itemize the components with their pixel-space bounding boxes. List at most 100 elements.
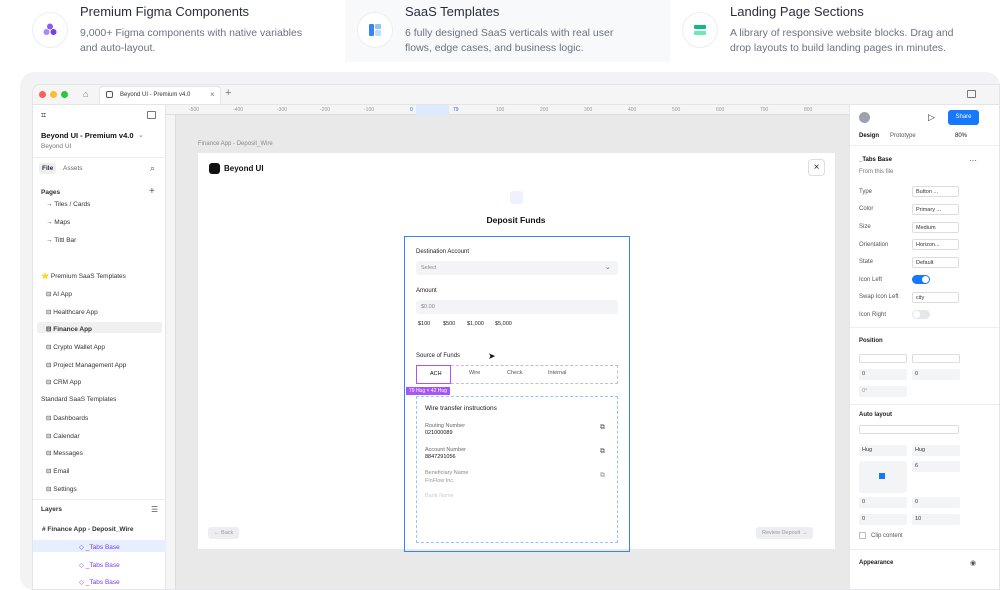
search-icon[interactable]: ⌕ (150, 163, 155, 174)
tab-ach[interactable]: ACH (416, 365, 451, 384)
quick-amount-button[interactable]: $500 (443, 321, 455, 327)
prop-type-select[interactable]: Button ... (912, 186, 959, 197)
frame-label[interactable]: Finance App - Deposit_Wire (198, 141, 273, 147)
prop-orientation-select[interactable]: Horizon... (912, 239, 959, 250)
account-value: 8847291056 (425, 454, 456, 460)
rotation-input[interactable]: 0° (859, 386, 907, 397)
page-item[interactable]: → Maps (46, 219, 70, 226)
align-horizontal[interactable] (859, 354, 907, 363)
layer-frame[interactable]: # Finance App - Deposit_Wire (42, 526, 133, 533)
feature-desc: A library of responsive website blocks. … (730, 27, 954, 54)
page-item[interactable]: ⊟ Project Management App (46, 361, 126, 369)
prop-state-select[interactable]: Default (912, 257, 959, 268)
icon-left-toggle[interactable] (912, 275, 930, 284)
tab-wire[interactable]: Wire (469, 370, 480, 376)
close-modal-button[interactable]: × (808, 159, 825, 176)
tab-check[interactable]: Check (507, 370, 523, 376)
close-icon[interactable]: × (210, 90, 215, 99)
component-name[interactable]: _Tabs Base (859, 157, 892, 163)
play-icon[interactable]: ▷ (928, 112, 935, 123)
page-item[interactable]: → Tittl Bar (46, 237, 76, 244)
copy-icon[interactable]: ⧉ (600, 448, 605, 456)
layout-direction[interactable] (859, 425, 959, 434)
chevron-down-icon[interactable]: ⌄ (138, 131, 144, 139)
sidebar-toggle-icon[interactable] (967, 90, 976, 98)
padding-bottom-input[interactable]: 10 (912, 514, 960, 525)
components-icon (32, 12, 68, 48)
layer-item-selected[interactable]: ◇ _Tabs Base (79, 543, 120, 551)
page-item[interactable]: ⊟ AI App (46, 290, 72, 298)
destination-select[interactable]: Select ⌄ (416, 261, 618, 275)
ruler-tick: -100 (364, 107, 375, 113)
page-item[interactable]: ⊟ Settings (46, 485, 77, 493)
prop-color-select[interactable]: Primary ... (912, 204, 959, 215)
page-item[interactable]: ⊟ Email (46, 467, 70, 475)
ruler-tick: 600 (716, 107, 725, 113)
add-page-button[interactable]: + (149, 186, 155, 197)
canvas[interactable]: -500 -400 -300 -200 -100 0 79 100 200 30… (166, 105, 849, 589)
home-icon[interactable]: ⌂ (83, 89, 88, 99)
gap-input[interactable]: 6 (912, 461, 960, 472)
alignment-grid[interactable] (859, 461, 907, 493)
file-name[interactable]: Beyond UI - Premium v4.0 (41, 131, 134, 140)
quick-amount-button[interactable]: $5,000 (495, 321, 512, 327)
tab-design[interactable]: Design (859, 133, 879, 139)
minimize-window-button[interactable] (50, 91, 57, 98)
visibility-icon[interactable]: ◉ (970, 559, 976, 567)
page-item[interactable]: → Tiles / Cards (46, 201, 90, 208)
page-item-active[interactable]: ⊟ Finance App (46, 325, 92, 333)
destination-placeholder: Select (421, 265, 437, 271)
deposit-frame[interactable]: Beyond UI × Deposit Funds Destination Ac… (198, 153, 835, 552)
feature-title: Premium Figma Components (80, 4, 250, 19)
width-input[interactable]: Hug (859, 445, 907, 456)
review-deposit-button[interactable]: Review Deposit → (756, 527, 814, 539)
main-menu-icon[interactable]: ⌗ (41, 110, 46, 121)
file-tab[interactable]: Beyond UI - Premium v4.0 × (99, 86, 221, 104)
page-item[interactable]: ⊟ Calendar (46, 432, 80, 440)
appearance-heading: Appearance (859, 560, 894, 566)
tab-internal[interactable]: Internal (548, 370, 566, 376)
tab-assets[interactable]: Assets (63, 165, 83, 172)
amount-input[interactable]: $0.00 (416, 300, 618, 314)
divider (33, 499, 166, 500)
padding-top-input[interactable]: 0 (912, 497, 960, 508)
zoom-level[interactable]: 80% (955, 133, 967, 139)
clip-content-checkbox[interactable] (859, 532, 866, 539)
new-tab-button[interactable]: + (225, 87, 231, 99)
copy-icon[interactable]: ⧉ (600, 424, 605, 432)
quick-amount-button[interactable]: $100 (418, 321, 430, 327)
copy-icon[interactable]: ⧉ (600, 472, 605, 480)
ruler-tick: -400 (233, 107, 244, 113)
quick-amount-button[interactable]: $1,000 (467, 321, 484, 327)
padding-left-input[interactable]: 0 (859, 497, 907, 508)
more-icon[interactable]: ⋯ (969, 156, 977, 165)
icon-right-toggle[interactable] (912, 310, 930, 319)
filter-icon[interactable]: ☰ (151, 505, 158, 514)
swap-icon-select[interactable]: city (912, 292, 959, 303)
layer-item[interactable]: ◇ _Tabs Base (79, 578, 120, 586)
padding-right-input[interactable]: 0 (859, 514, 907, 525)
page-item[interactable]: ⊟ Healthcare App (46, 308, 98, 316)
layer-item[interactable]: ◇ _Tabs Base (79, 561, 120, 569)
close-window-button[interactable] (39, 91, 46, 98)
tab-file[interactable]: File (39, 163, 57, 174)
page-item[interactable]: ⭐ Premium SaaS Templates (41, 272, 126, 280)
back-button[interactable]: ← Back (208, 527, 240, 539)
page-item[interactable]: ⊟ Messages (46, 449, 83, 457)
panel-toggle-icon[interactable] (147, 111, 156, 119)
y-input[interactable]: 0 (912, 369, 960, 380)
tab-prototype[interactable]: Prototype (890, 133, 916, 139)
ruler-tick: 100 (496, 107, 505, 113)
avatar[interactable] (859, 112, 870, 123)
page-item[interactable]: ⊟ Dashboards (46, 414, 88, 422)
page-item[interactable]: ⊟ Crypto Wallet App (46, 343, 105, 351)
height-input[interactable]: Hug (912, 445, 960, 456)
page-item[interactable]: ⊟ CRM App (46, 378, 81, 386)
prop-size-select[interactable]: Medium (912, 222, 959, 233)
page-item[interactable]: Standard SaaS Templates (41, 396, 116, 403)
x-input[interactable]: 0 (859, 369, 907, 380)
align-vertical[interactable] (912, 354, 960, 363)
maximize-window-button[interactable] (61, 91, 68, 98)
share-button[interactable]: Share (948, 110, 979, 125)
swap-icon-label: Swap Icon Left (859, 294, 899, 300)
